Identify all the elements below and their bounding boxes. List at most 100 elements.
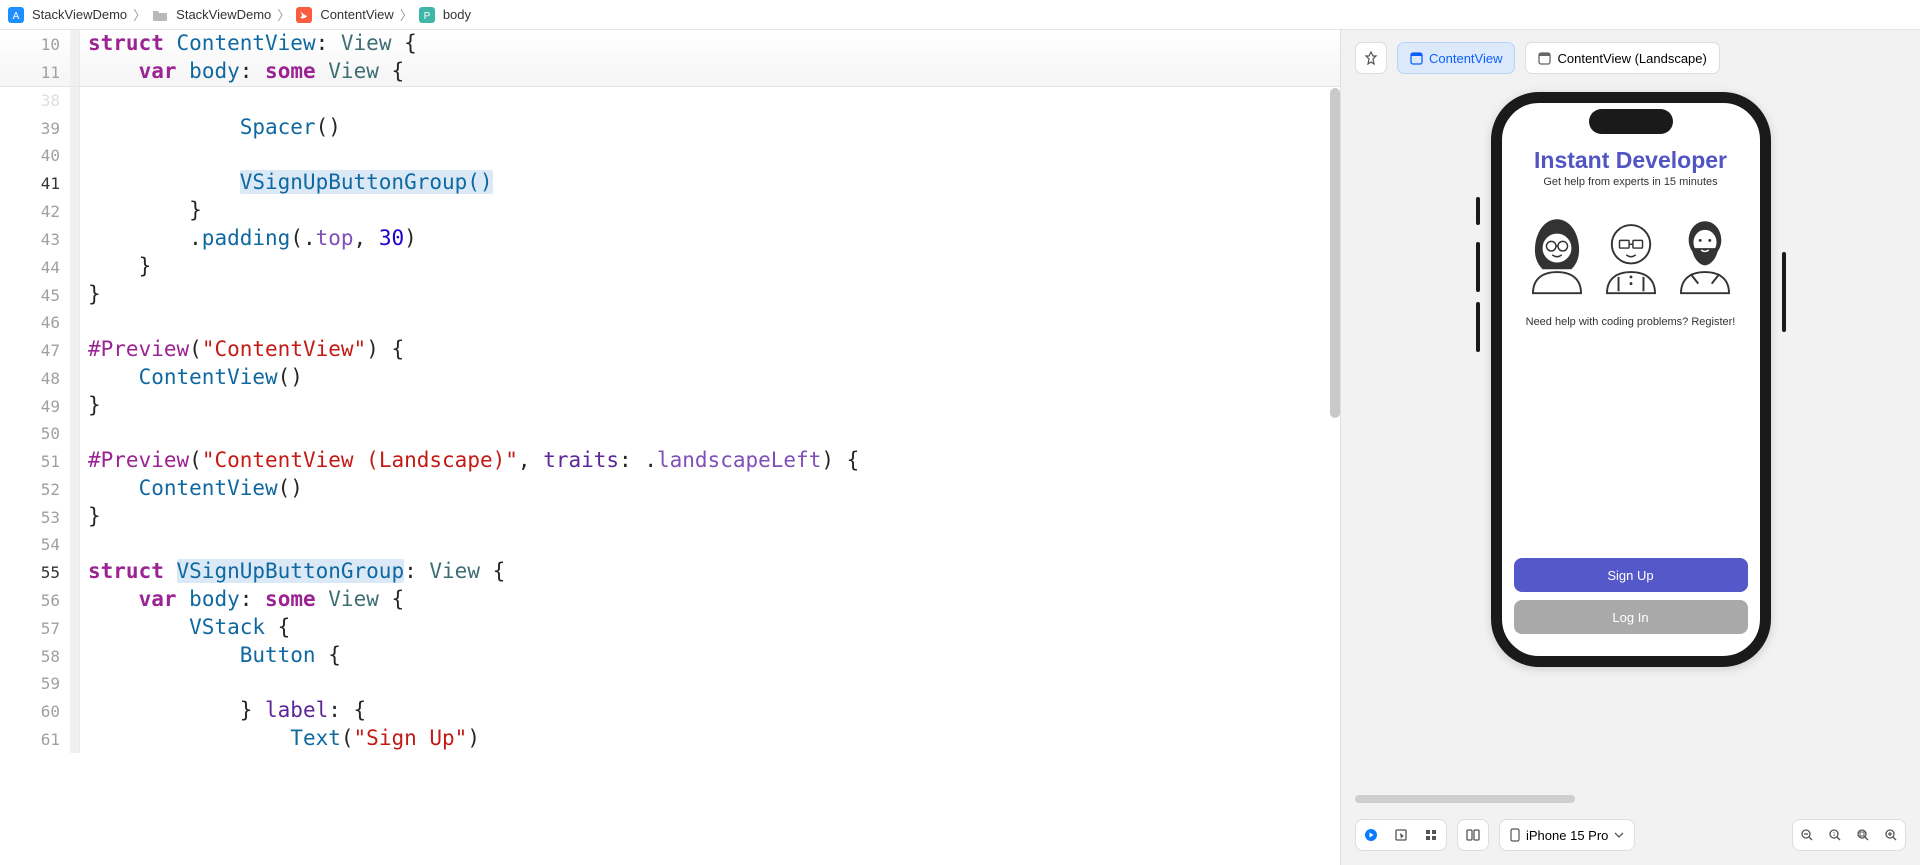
code-text: }: [80, 253, 151, 280]
code-line[interactable]: 56 var body: some View {: [0, 586, 1340, 614]
line-number: 46: [0, 309, 70, 336]
avatar-icon: [1523, 202, 1591, 298]
code-line[interactable]: 60 } label: {: [0, 697, 1340, 725]
line-number: 10: [0, 31, 70, 58]
device-settings-button[interactable]: [1458, 820, 1488, 850]
device-picker[interactable]: iPhone 15 Pro: [1499, 819, 1635, 851]
preview-scrollbar[interactable]: [1355, 795, 1575, 803]
editor-scrollbar[interactable]: [1330, 88, 1340, 418]
fold-strip: [70, 642, 80, 670]
line-number: 55: [0, 559, 70, 586]
preview-tab[interactable]: ContentView (Landscape): [1525, 42, 1719, 74]
fold-strip: [70, 30, 80, 58]
line-number: 50: [0, 420, 70, 447]
code-text: }: [80, 392, 101, 419]
fold-strip: [70, 392, 80, 420]
dynamic-island: [1589, 109, 1673, 134]
code-line[interactable]: 58 Button {: [0, 642, 1340, 670]
code-line[interactable]: 38: [0, 87, 1340, 114]
fold-strip: [70, 309, 80, 336]
code-line[interactable]: 53}: [0, 503, 1340, 531]
device-name: iPhone 15 Pro: [1526, 828, 1608, 843]
line-number: 53: [0, 504, 70, 531]
code-line[interactable]: 44 }: [0, 253, 1340, 281]
code-text: ContentView(): [80, 475, 303, 502]
fold-strip: [70, 420, 80, 447]
line-number: 61: [0, 726, 70, 753]
code-line[interactable]: 51#Preview("ContentView (Landscape)", tr…: [0, 447, 1340, 475]
code-text: VStack {: [80, 614, 290, 641]
code-line[interactable]: 52 ContentView(): [0, 475, 1340, 503]
signup-button[interactable]: Sign Up: [1514, 558, 1748, 592]
fold-strip: [70, 87, 80, 114]
login-button[interactable]: Log In: [1514, 600, 1748, 634]
code-line[interactable]: 41 VSignUpButtonGroup(): [0, 169, 1340, 197]
code-text: .padding(.top, 30): [80, 225, 417, 252]
sticky-scope-header: 10struct ContentView: View {11 var body:…: [0, 30, 1340, 87]
preview-tab-bar: ContentView ContentView (Landscape): [1341, 30, 1920, 86]
breadcrumb-item[interactable]: ContentView: [320, 7, 393, 22]
preview-icon: [1538, 52, 1551, 65]
code-line[interactable]: 46: [0, 309, 1340, 336]
avatar-icon: [1597, 202, 1665, 298]
code-line[interactable]: 47#Preview("ContentView") {: [0, 336, 1340, 364]
code-editor[interactable]: 10struct ContentView: View {11 var body:…: [0, 30, 1340, 865]
line-number: 58: [0, 643, 70, 670]
code-line[interactable]: 57 VStack {: [0, 614, 1340, 642]
zoom-in-button[interactable]: [1877, 820, 1905, 850]
code-line[interactable]: 45}: [0, 281, 1340, 309]
breadcrumb-item[interactable]: StackViewDemo: [32, 7, 127, 22]
zoom-out-button[interactable]: [1793, 820, 1821, 850]
project-icon: A: [8, 7, 24, 23]
app-subtitle: Get help from experts in 15 minutes: [1514, 176, 1748, 188]
code-line[interactable]: 48 ContentView(): [0, 364, 1340, 392]
code-line[interactable]: 39 Spacer(): [0, 114, 1340, 142]
avatar-icon: [1671, 202, 1739, 298]
line-number: 44: [0, 254, 70, 281]
fold-strip: [70, 58, 80, 86]
breadcrumb-item[interactable]: body: [443, 7, 471, 22]
code-text: }: [80, 503, 101, 530]
code-text: } label: {: [80, 697, 366, 724]
code-text: }: [80, 281, 101, 308]
chevron-right-icon: 〉: [400, 5, 413, 24]
fold-strip: [70, 614, 80, 642]
code-line[interactable]: 42 }: [0, 197, 1340, 225]
fold-strip: [70, 253, 80, 281]
iphone-mockup: Instant Developer Get help from experts …: [1491, 92, 1771, 667]
line-number: 60: [0, 698, 70, 725]
preview-tab[interactable]: ContentView: [1397, 42, 1515, 74]
fold-strip: [70, 447, 80, 475]
play-button[interactable]: [1356, 820, 1386, 850]
code-line[interactable]: 50: [0, 420, 1340, 447]
code-line[interactable]: 61 Text("Sign Up"): [0, 725, 1340, 753]
line-number: 52: [0, 476, 70, 503]
line-number: 11: [0, 59, 70, 86]
code-line[interactable]: 43 .padding(.top, 30): [0, 225, 1340, 253]
fold-strip: [70, 725, 80, 753]
code-text: #Preview("ContentView (Landscape)", trai…: [80, 447, 859, 474]
line-number: 47: [0, 337, 70, 364]
breadcrumb-item[interactable]: StackViewDemo: [176, 7, 271, 22]
fold-strip: [70, 169, 80, 197]
preview-canvas[interactable]: Instant Developer Get help from experts …: [1341, 86, 1920, 795]
code-line[interactable]: 49}: [0, 392, 1340, 420]
code-line[interactable]: 40: [0, 142, 1340, 169]
code-line[interactable]: 11 var body: some View {: [0, 58, 1340, 86]
variants-button[interactable]: [1416, 820, 1446, 850]
fold-strip: [70, 281, 80, 309]
preview-toolbar: iPhone 15 Pro 1: [1341, 809, 1920, 865]
preview-pane: ContentView ContentView (Landscape) Inst…: [1340, 30, 1920, 865]
fold-strip: [70, 475, 80, 503]
selectable-button[interactable]: [1386, 820, 1416, 850]
zoom-actual-button[interactable]: 1: [1821, 820, 1849, 850]
line-number: 39: [0, 115, 70, 142]
code-line[interactable]: 54: [0, 531, 1340, 558]
code-line[interactable]: 59: [0, 670, 1340, 697]
line-number: 57: [0, 615, 70, 642]
code-line[interactable]: 55struct VSignUpButtonGroup: View {: [0, 558, 1340, 586]
zoom-fit-button[interactable]: [1849, 820, 1877, 850]
code-line[interactable]: 10struct ContentView: View {: [0, 30, 1340, 58]
pin-button[interactable]: [1355, 42, 1387, 74]
fold-strip: [70, 531, 80, 558]
